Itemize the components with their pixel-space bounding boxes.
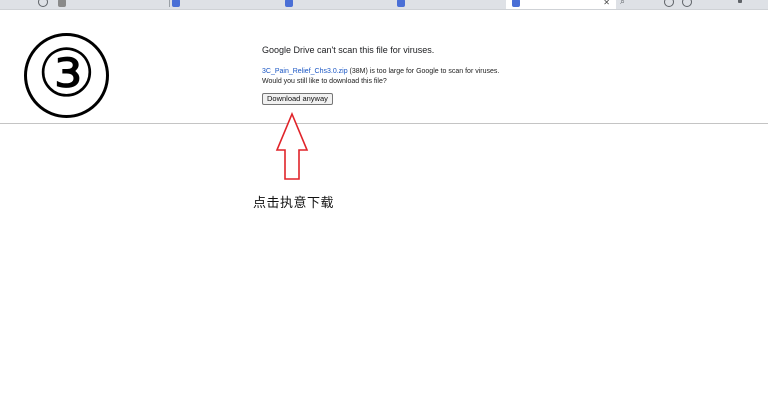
browser-tab[interactable] xyxy=(58,0,170,9)
search-icon[interactable]: ⌕ xyxy=(620,0,630,6)
browser-tab[interactable] xyxy=(172,0,289,9)
menu-icon[interactable] xyxy=(738,0,742,3)
download-question: Would you still like to download this fi… xyxy=(262,78,387,85)
profile-icon[interactable] xyxy=(682,0,692,7)
browser-tab-active[interactable]: ✕ xyxy=(506,0,616,9)
warning-message: 3C_Pain_Relief_Chs3.0.zip (38M) is too l… xyxy=(262,67,562,87)
tab-close-icon[interactable]: ✕ xyxy=(603,0,610,7)
tab-favicon-icon xyxy=(58,0,66,7)
browser-tab[interactable] xyxy=(397,0,409,9)
browser-tab[interactable] xyxy=(285,0,402,9)
page: ✕ ⌕ ③ Google Drive can't scan this file … xyxy=(0,0,768,406)
warning-title: Google Drive can't scan this file for vi… xyxy=(262,45,435,55)
tab-favicon-icon xyxy=(172,0,180,7)
download-anyway-button[interactable]: Download anyway xyxy=(262,93,333,105)
browser-tab-strip: ✕ ⌕ xyxy=(0,0,768,10)
account-icon[interactable] xyxy=(664,0,674,7)
file-name-link[interactable]: 3C_Pain_Relief_Chs3.0.zip xyxy=(262,68,348,75)
size-message: (38M) is too large for Google to scan fo… xyxy=(347,68,500,75)
step-number: ③ xyxy=(36,34,97,112)
step-number-badge: ③ xyxy=(24,33,109,118)
reload-icon[interactable] xyxy=(38,0,48,7)
up-arrow-icon xyxy=(275,112,309,180)
click-instruction-text: 点击执意下载 xyxy=(253,196,335,211)
tab-favicon-icon xyxy=(397,0,405,7)
content-divider xyxy=(0,123,768,124)
tab-favicon-icon xyxy=(512,0,520,7)
tab-favicon-icon xyxy=(285,0,293,7)
